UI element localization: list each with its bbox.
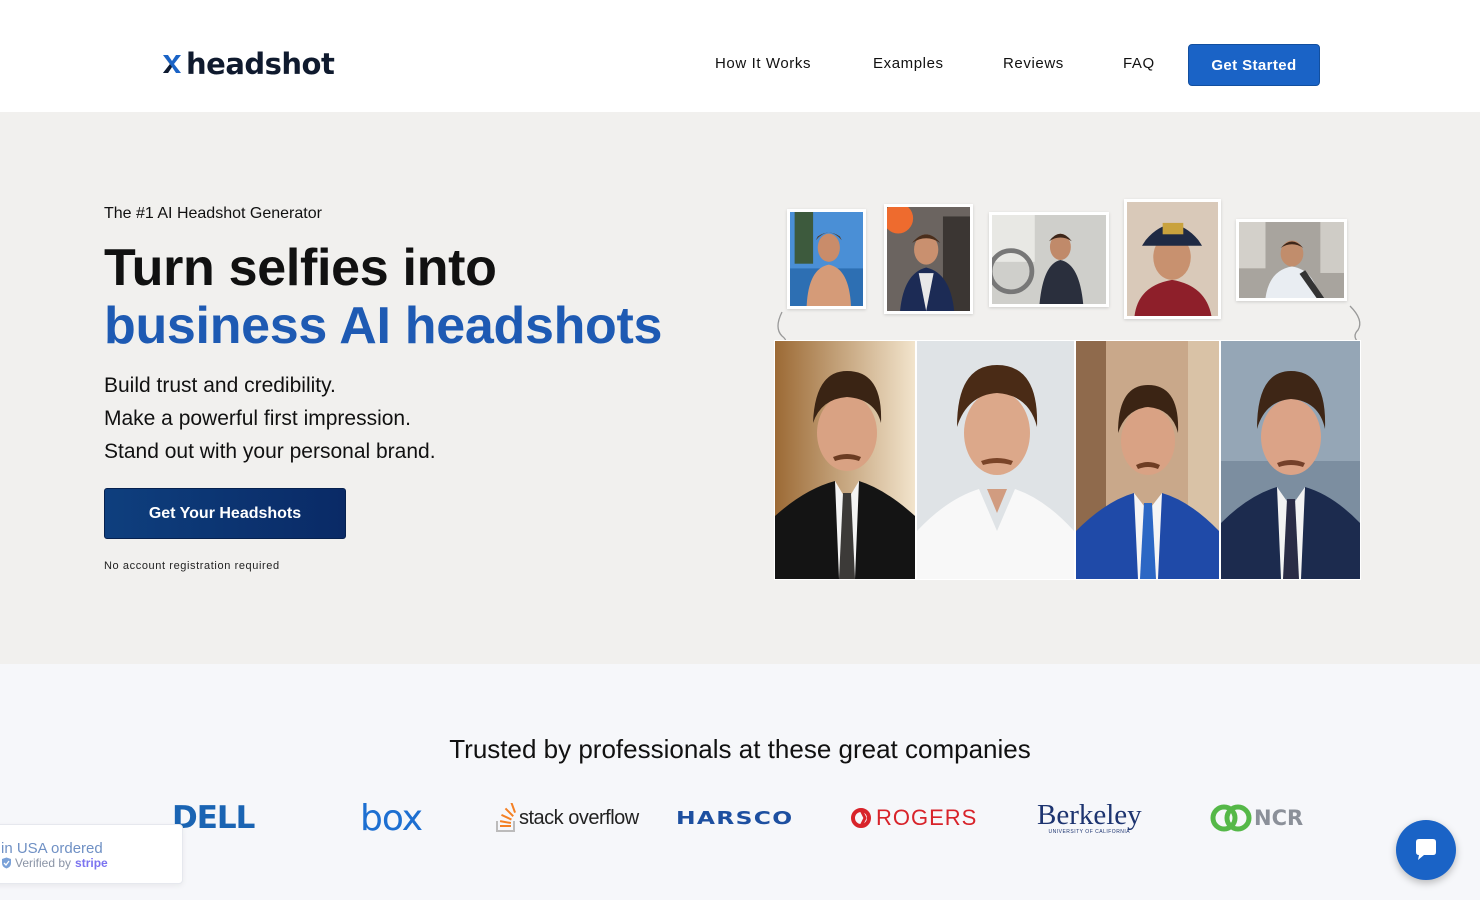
stripe-order-badge[interactable]: in USA ordered Verified by stripe: [0, 824, 183, 884]
hero-title-line2: business AI headshots: [104, 297, 663, 355]
selfie-photo: [884, 204, 973, 314]
ncr-icon: [1210, 804, 1252, 832]
get-your-headshots-button[interactable]: Get Your Headshots: [104, 488, 346, 539]
hero-subtitle-line2: Make a powerful first impression.: [104, 407, 411, 430]
hero-subtitle-line1: Build trust and credibility.: [104, 374, 336, 397]
headshot-photo: [1221, 341, 1360, 579]
box-logo: box: [360, 797, 423, 839]
ncr-logo: NCR: [1210, 795, 1303, 841]
berkeley-logo: Berkeley UNIVERSITY OF CALIFORNIA: [1037, 799, 1142, 836]
headshot-photo: [775, 341, 915, 579]
nav-reviews[interactable]: Reviews: [1003, 55, 1064, 72]
stackoverflow-logo: stack overflow: [495, 795, 639, 841]
selfie-photo: [1236, 219, 1347, 301]
headshot-logo-icon: [163, 55, 181, 73]
logo-text: headshot: [186, 47, 335, 81]
selfie-photo: [1124, 199, 1221, 319]
registration-note: No account registration required: [104, 560, 280, 572]
get-started-button[interactable]: Get Started: [1188, 44, 1320, 86]
site-header: headshot How It Works Examples Reviews F…: [0, 0, 1480, 112]
nav-examples[interactable]: Examples: [873, 55, 944, 72]
hero-section: The #1 AI Headshot Generator Turn selfie…: [0, 112, 1480, 664]
nav-how-it-works[interactable]: How It Works: [715, 55, 811, 72]
shield-check-icon: [2, 857, 11, 869]
company-logos: DELL box stack overflow HARSCO ROGERS Be…: [0, 795, 1480, 841]
site-logo[interactable]: headshot: [160, 46, 335, 82]
hero-title-line1: Turn selfies into: [104, 239, 497, 297]
headshot-gallery: [774, 340, 1361, 580]
hero-subtitle-line3: Stand out with your personal brand.: [104, 440, 436, 463]
dell-logo: DELL: [172, 800, 255, 836]
badge-stripe-text: stripe: [75, 856, 108, 870]
nav-faq[interactable]: FAQ: [1123, 55, 1155, 72]
chat-bubble-icon: [1416, 839, 1436, 860]
rogers-icon: [851, 808, 871, 828]
rogers-logo: ROGERS: [850, 795, 977, 841]
badge-verified: Verified by stripe: [1, 856, 108, 870]
headshot-photo: [1076, 341, 1219, 579]
hero-eyebrow: The #1 AI Headshot Generator: [104, 205, 322, 222]
selfie-photo: [787, 209, 866, 309]
trusted-heading: Trusted by professionals at these great …: [449, 734, 1031, 764]
badge-order-text: in USA ordered: [1, 840, 103, 857]
harsco-logo: HARSCO: [676, 807, 794, 829]
chat-button[interactable]: [1396, 820, 1456, 880]
stackoverflow-icon: [496, 803, 516, 832]
selfie-photo: [989, 212, 1109, 307]
badge-verified-text: Verified by: [15, 856, 72, 870]
headshot-photo: [917, 341, 1074, 579]
